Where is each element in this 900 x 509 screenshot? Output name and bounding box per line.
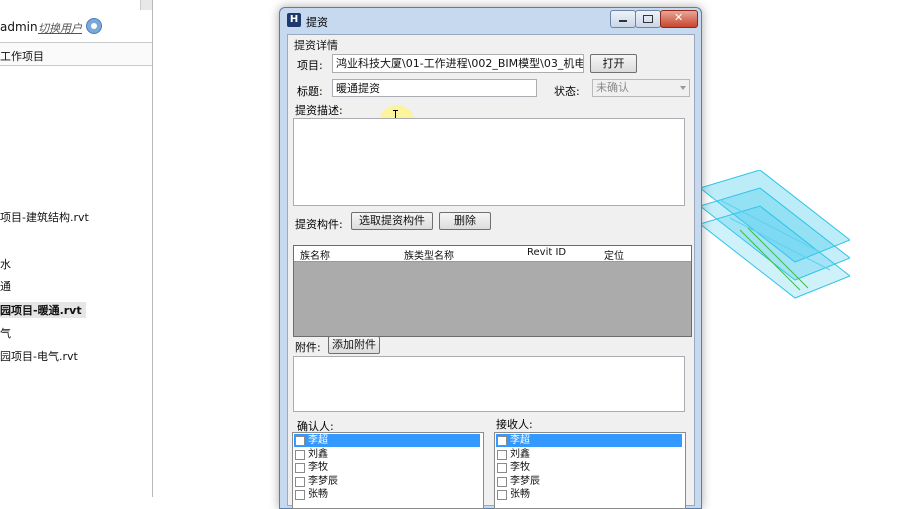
list-item[interactable]: 李超 xyxy=(294,434,480,447)
dialog-title: 提资 xyxy=(306,16,328,29)
person-name: 李牧 xyxy=(510,462,530,473)
col-revit-id[interactable]: Revit ID xyxy=(527,247,566,258)
components-label: 提资构件: xyxy=(295,218,343,231)
project-label: 项目: xyxy=(297,59,323,72)
project-panel: admin 切换用户 工作项目 项目-建筑结构.rvt 水通园项目-暖通.rvt 气… xyxy=(0,0,153,497)
checkbox[interactable] xyxy=(295,449,305,460)
confirmer-list[interactable]: 李超刘鑫李牧李梦辰张畅 xyxy=(292,432,484,509)
description-textarea[interactable] xyxy=(293,118,685,206)
list-item[interactable]: 张畅 xyxy=(294,488,480,501)
model-3d-view xyxy=(700,170,850,299)
app-logo-icon: H xyxy=(287,13,301,27)
tree-item[interactable]: 气 xyxy=(0,325,11,341)
person-name: 李牧 xyxy=(308,462,328,473)
list-item[interactable]: 刘鑫 xyxy=(294,448,480,461)
status-label: 状态: xyxy=(554,85,580,98)
tree-item[interactable]: 园项目-暖通.rvt xyxy=(0,302,86,318)
delete-button[interactable]: 删除 xyxy=(439,212,491,230)
minimize-button[interactable] xyxy=(610,10,636,28)
checkbox[interactable] xyxy=(497,463,507,473)
title-label: 标题: xyxy=(297,85,323,98)
section-title: 提资详情 xyxy=(294,39,338,52)
list-item[interactable]: 李梦辰 xyxy=(496,475,682,488)
dialog-body: 提资详情 项目: 鸿业科技大厦\01-工作进程\002_BIM模型\03_机电\… xyxy=(287,34,695,509)
checkbox[interactable] xyxy=(497,490,507,500)
person-name: 李梦辰 xyxy=(510,475,540,487)
list-item[interactable]: 李超 xyxy=(496,434,682,447)
dialog-titlebar[interactable]: H 提资 xyxy=(280,8,701,32)
list-item[interactable]: 刘鑫 xyxy=(496,448,682,461)
col-family-name[interactable]: 族名称 xyxy=(300,247,330,262)
checkbox[interactable] xyxy=(295,436,305,446)
list-item[interactable]: 李牧 xyxy=(294,461,480,474)
person-name: 张畅 xyxy=(308,489,328,500)
open-button[interactable]: 打开 xyxy=(590,54,637,73)
person-name: 李梦辰 xyxy=(308,475,338,487)
add-attachment-button[interactable]: 添加附件 xyxy=(328,336,380,354)
chevron-down-icon xyxy=(680,86,686,90)
attachment-label: 附件: xyxy=(295,341,321,354)
gear-icon[interactable] xyxy=(86,18,102,34)
grid-header: 族名称 族类型名称 Revit ID 定位 xyxy=(294,246,691,262)
tree-item[interactable]: 水 xyxy=(0,256,11,272)
tree-item[interactable]: 通 xyxy=(0,278,11,294)
submit-dialog: H 提资 提资详情 项目: 鸿业科技大厦\01-工作进程\002_BIM模型\0… xyxy=(279,7,702,509)
checkbox[interactable] xyxy=(295,463,305,473)
col-location[interactable]: 定位 xyxy=(604,247,624,262)
status-value: 未确认 xyxy=(596,81,629,94)
switch-user-link[interactable]: 切换用户 xyxy=(38,20,82,36)
user-bar: admin 切换用户 xyxy=(0,14,152,40)
components-grid[interactable]: 族名称 族类型名称 Revit ID 定位 xyxy=(293,245,692,337)
tree-item[interactable]: 项目-建筑结构.rvt xyxy=(0,209,89,225)
receiver-label: 接收人: xyxy=(496,418,533,431)
person-name: 刘鑫 xyxy=(510,448,530,460)
checkbox[interactable] xyxy=(295,476,305,487)
title-field[interactable]: 暖通提资 xyxy=(332,79,537,97)
person-name: 张畅 xyxy=(510,489,530,500)
list-item[interactable]: 李牧 xyxy=(496,461,682,474)
checkbox[interactable] xyxy=(497,436,507,446)
close-button[interactable] xyxy=(660,10,698,28)
user-name: admin xyxy=(0,20,38,34)
receiver-list[interactable]: 李超刘鑫李牧李梦辰张畅 xyxy=(494,432,686,509)
checkbox[interactable] xyxy=(497,449,507,460)
col-type-name[interactable]: 族类型名称 xyxy=(404,247,454,262)
checkbox[interactable] xyxy=(497,476,507,487)
list-item[interactable]: 张畅 xyxy=(496,488,682,501)
status-select[interactable]: 未确认 xyxy=(592,79,690,97)
person-name: 李超 xyxy=(510,435,530,446)
work-project-tab[interactable]: 工作项目 xyxy=(0,42,152,66)
pick-components-button[interactable]: 选取提资构件 xyxy=(351,212,433,230)
person-name: 李超 xyxy=(308,435,328,446)
attachment-box[interactable] xyxy=(293,356,685,412)
panel-scrollbar[interactable] xyxy=(140,0,152,10)
work-project-tab-label: 工作项目 xyxy=(0,50,44,63)
checkbox[interactable] xyxy=(295,490,305,500)
list-item[interactable]: 李梦辰 xyxy=(294,475,480,488)
project-path-field[interactable]: 鸿业科技大厦\01-工作进程\002_BIM模型\03_机电\02_暖通 xyxy=(332,54,584,73)
maximize-button[interactable] xyxy=(635,10,661,28)
description-label: 提资描述: xyxy=(295,104,343,117)
person-name: 刘鑫 xyxy=(308,448,328,460)
tree-item[interactable]: 园项目-电气.rvt xyxy=(0,348,78,364)
